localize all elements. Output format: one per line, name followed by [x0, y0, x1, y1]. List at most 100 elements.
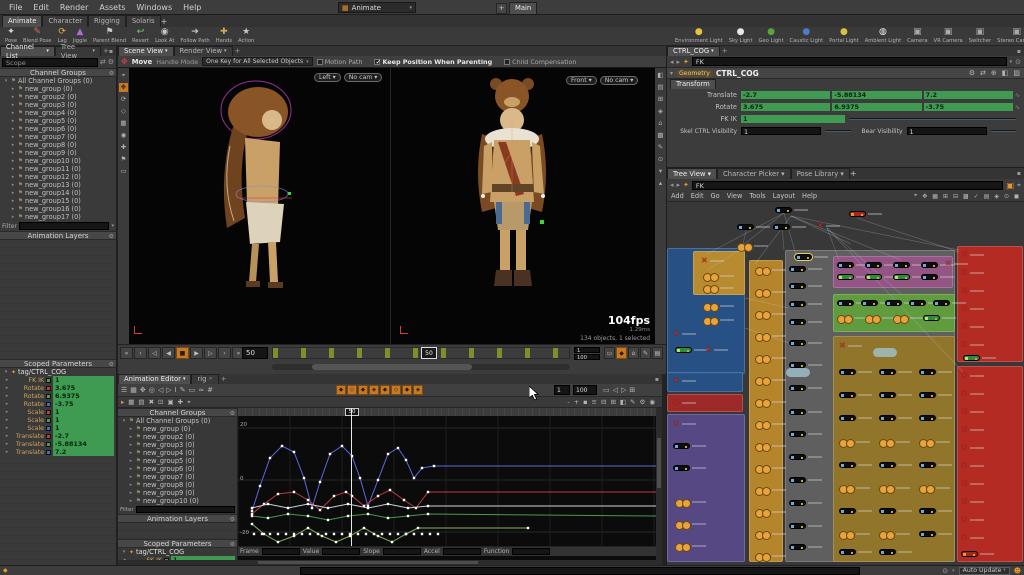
menu-windows[interactable]: Windows [131, 3, 177, 12]
network-node[interactable] [789, 522, 822, 530]
network-node[interactable] [839, 530, 870, 540]
anim-edit-icon[interactable]: ⊡ [157, 398, 164, 406]
parameter-value-field[interactable]: 1 [53, 424, 114, 432]
net-menu-edit[interactable]: Edit [691, 192, 704, 200]
playbar-option-button[interactable]: ▤ [652, 347, 663, 359]
net-toolbar-icon[interactable]: ⊞ [942, 193, 949, 200]
scoped-parameter-row[interactable]: ▸ Rotate -3.75 [0, 400, 116, 408]
viewport-tool-icon[interactable]: ✎ [656, 143, 665, 152]
params-header-icon[interactable]: ⇄ [979, 69, 987, 77]
channel-group-root[interactable]: ▾ ⚑ All Channel Groups (0) [118, 417, 237, 425]
parameter-value-field[interactable]: 1 [53, 376, 114, 384]
network-node[interactable] [837, 314, 868, 324]
expand-icon[interactable]: ▸ [10, 110, 16, 116]
skel-visibility-slider[interactable] [825, 130, 851, 132]
child-compensation-checkbox[interactable]: Child Compensation [504, 58, 584, 66]
shelf-tab-solaris[interactable]: Solaris [125, 15, 161, 27]
network-node[interactable] [675, 346, 708, 354]
network-node[interactable] [789, 384, 822, 392]
viewport-tool-icon[interactable]: ◇ [119, 107, 128, 116]
anim-edit-icon[interactable]: ✚ [177, 398, 184, 406]
auto-update-dropdown[interactable]: Auto Update ▾ [958, 566, 1010, 575]
network-node[interactable] [703, 316, 734, 326]
forward-icon[interactable]: ▸ [677, 181, 681, 189]
anim-edit-icon[interactable]: ▸ [120, 398, 125, 406]
network-node[interactable] [673, 442, 706, 450]
playbar-option-button[interactable]: ◆ [616, 347, 627, 359]
network-node[interactable]: ✕ [961, 426, 984, 434]
network-node[interactable] [865, 314, 896, 324]
network-node[interactable]: ✕ [961, 480, 984, 488]
bear-visibility-field[interactable]: 1 [906, 127, 987, 136]
expand-icon[interactable]: ▸ [10, 126, 16, 132]
add-tab-icon[interactable]: + [235, 47, 241, 55]
anim-tool-icon[interactable]: ≈ [197, 386, 205, 394]
viewport-tool-icon[interactable]: ✥ [119, 83, 128, 92]
net-toolbar-icon[interactable]: ◈ [993, 193, 1000, 200]
channel-group-row[interactable]: ▸ ⚑ new_group2 (0) [118, 433, 237, 441]
net-menu-help[interactable]: Help [802, 192, 817, 200]
network-node[interactable] [703, 302, 734, 312]
range-start-field[interactable]: 1 [574, 347, 600, 354]
chevron-down-icon[interactable]: ▾ [111, 223, 114, 229]
network-node[interactable] [963, 354, 996, 362]
viewport-tool-icon[interactable]: ⟳ [119, 95, 128, 104]
viewport-tool-icon[interactable]: ▤ [656, 83, 665, 92]
filter-input[interactable] [18, 222, 110, 230]
channel-group-row[interactable]: ▸ ⚑ new_group12 (0) [0, 173, 116, 181]
network-node[interactable] [879, 484, 910, 494]
network-node[interactable] [919, 438, 950, 448]
add-tab-icon[interactable]: + [221, 375, 227, 383]
expand-icon[interactable]: ▸ [10, 214, 16, 220]
network-node[interactable]: ✕ [961, 372, 984, 380]
network-node[interactable] [879, 368, 912, 376]
shelf-tool-environment-light[interactable]: ● Environment Light [672, 28, 726, 44]
snapshot-icon[interactable]: ▣ [1006, 181, 1014, 190]
parameter-value-field[interactable]: -5.88134 [53, 440, 114, 448]
viewport-tool-icon[interactable]: ⊙ [656, 155, 665, 164]
scene-viewport[interactable]: ⌖ ✥ ⟳ ◇ ▦ ◉ ✚ ⚑ ▭ ◧ ▤ ⊞ ◈ ⌂ ▩ ✎ ⊙ ▾ ▴ Le… [118, 68, 666, 344]
keying-mode-dropdown[interactable]: One Key for All Selected Objects ▾ [202, 57, 313, 66]
scoped-parameter-row[interactable]: ▸ Rotate 3.675 [0, 384, 116, 392]
scoped-path-row[interactable]: ▾ ✦ tag/CTRL_COG [0, 368, 116, 376]
network-node[interactable] [879, 438, 910, 448]
transport-button[interactable]: ◀ [162, 347, 175, 359]
expand-icon[interactable]: ▸ [4, 409, 10, 415]
bear-visibility-slider[interactable] [990, 130, 1016, 132]
expand-icon[interactable]: ▸ [10, 190, 16, 196]
viewport-tool-icon[interactable]: ▦ [119, 119, 128, 128]
network-node[interactable] [919, 530, 952, 538]
network-canvas[interactable]: ✕ ✕ ✕ ✕ ✕ ✕ ✕ ✕ ✕ ✕ ✕ ✕ ✕ ✕ ✕ ✕ ✕ ✕ ✕ ✕ ✕ ✕ ✕ ✕ ✕ [667, 202, 1024, 565]
params-header-icon[interactable]: ⊕ [990, 69, 998, 77]
viewport-tool-icon[interactable]: ▩ [656, 131, 665, 140]
shelf-tool-caustic-light[interactable]: ● Caustic Light [786, 28, 826, 44]
network-node[interactable]: ✕ [705, 346, 728, 354]
timeline-scrollbar[interactable] [272, 364, 570, 370]
net-toolbar-icon[interactable]: ✥ [921, 193, 928, 200]
desktop-selector[interactable]: ▦ Animate ▾ [338, 2, 416, 13]
tab-ctrl-cog[interactable]: CTRL_COG ▾ [667, 46, 720, 56]
network-node[interactable] [919, 414, 952, 422]
pin-icon[interactable]: ⊙ [1015, 58, 1021, 66]
network-node[interactable] [839, 548, 872, 556]
expand-icon[interactable]: ▸ [128, 482, 134, 488]
expand-icon[interactable]: ▸ [10, 118, 16, 124]
rotate-z-field[interactable]: -3.75 [923, 103, 1013, 111]
gear-icon[interactable]: ⚙ [230, 515, 235, 524]
network-node[interactable]: ✕ [961, 462, 984, 470]
network-node[interactable] [839, 438, 870, 448]
expand-icon[interactable]: ▸ [128, 466, 134, 472]
target-icon[interactable]: ⌖ [1017, 181, 1021, 190]
network-node[interactable]: ✕ [673, 377, 696, 385]
channel-group-row[interactable]: ▸ ⚑ new_group3 (0) [0, 101, 116, 109]
channel-group-row[interactable]: ▸ ⚑ new_group6 (0) [0, 125, 116, 133]
network-node[interactable]: ✕ [817, 222, 840, 230]
network-node[interactable] [755, 310, 786, 320]
viewport-tool-icon[interactable]: ◉ [119, 131, 128, 140]
add-shelf-tab-icon[interactable]: + [161, 17, 168, 26]
shelf-tool-portal-light[interactable]: ● Portal Light [826, 28, 862, 44]
channel-menu-icon[interactable]: ∿ [1015, 92, 1020, 99]
parameter-value-field[interactable]: 1 [53, 408, 114, 416]
network-node[interactable] [919, 368, 952, 376]
network-node[interactable] [961, 550, 994, 558]
